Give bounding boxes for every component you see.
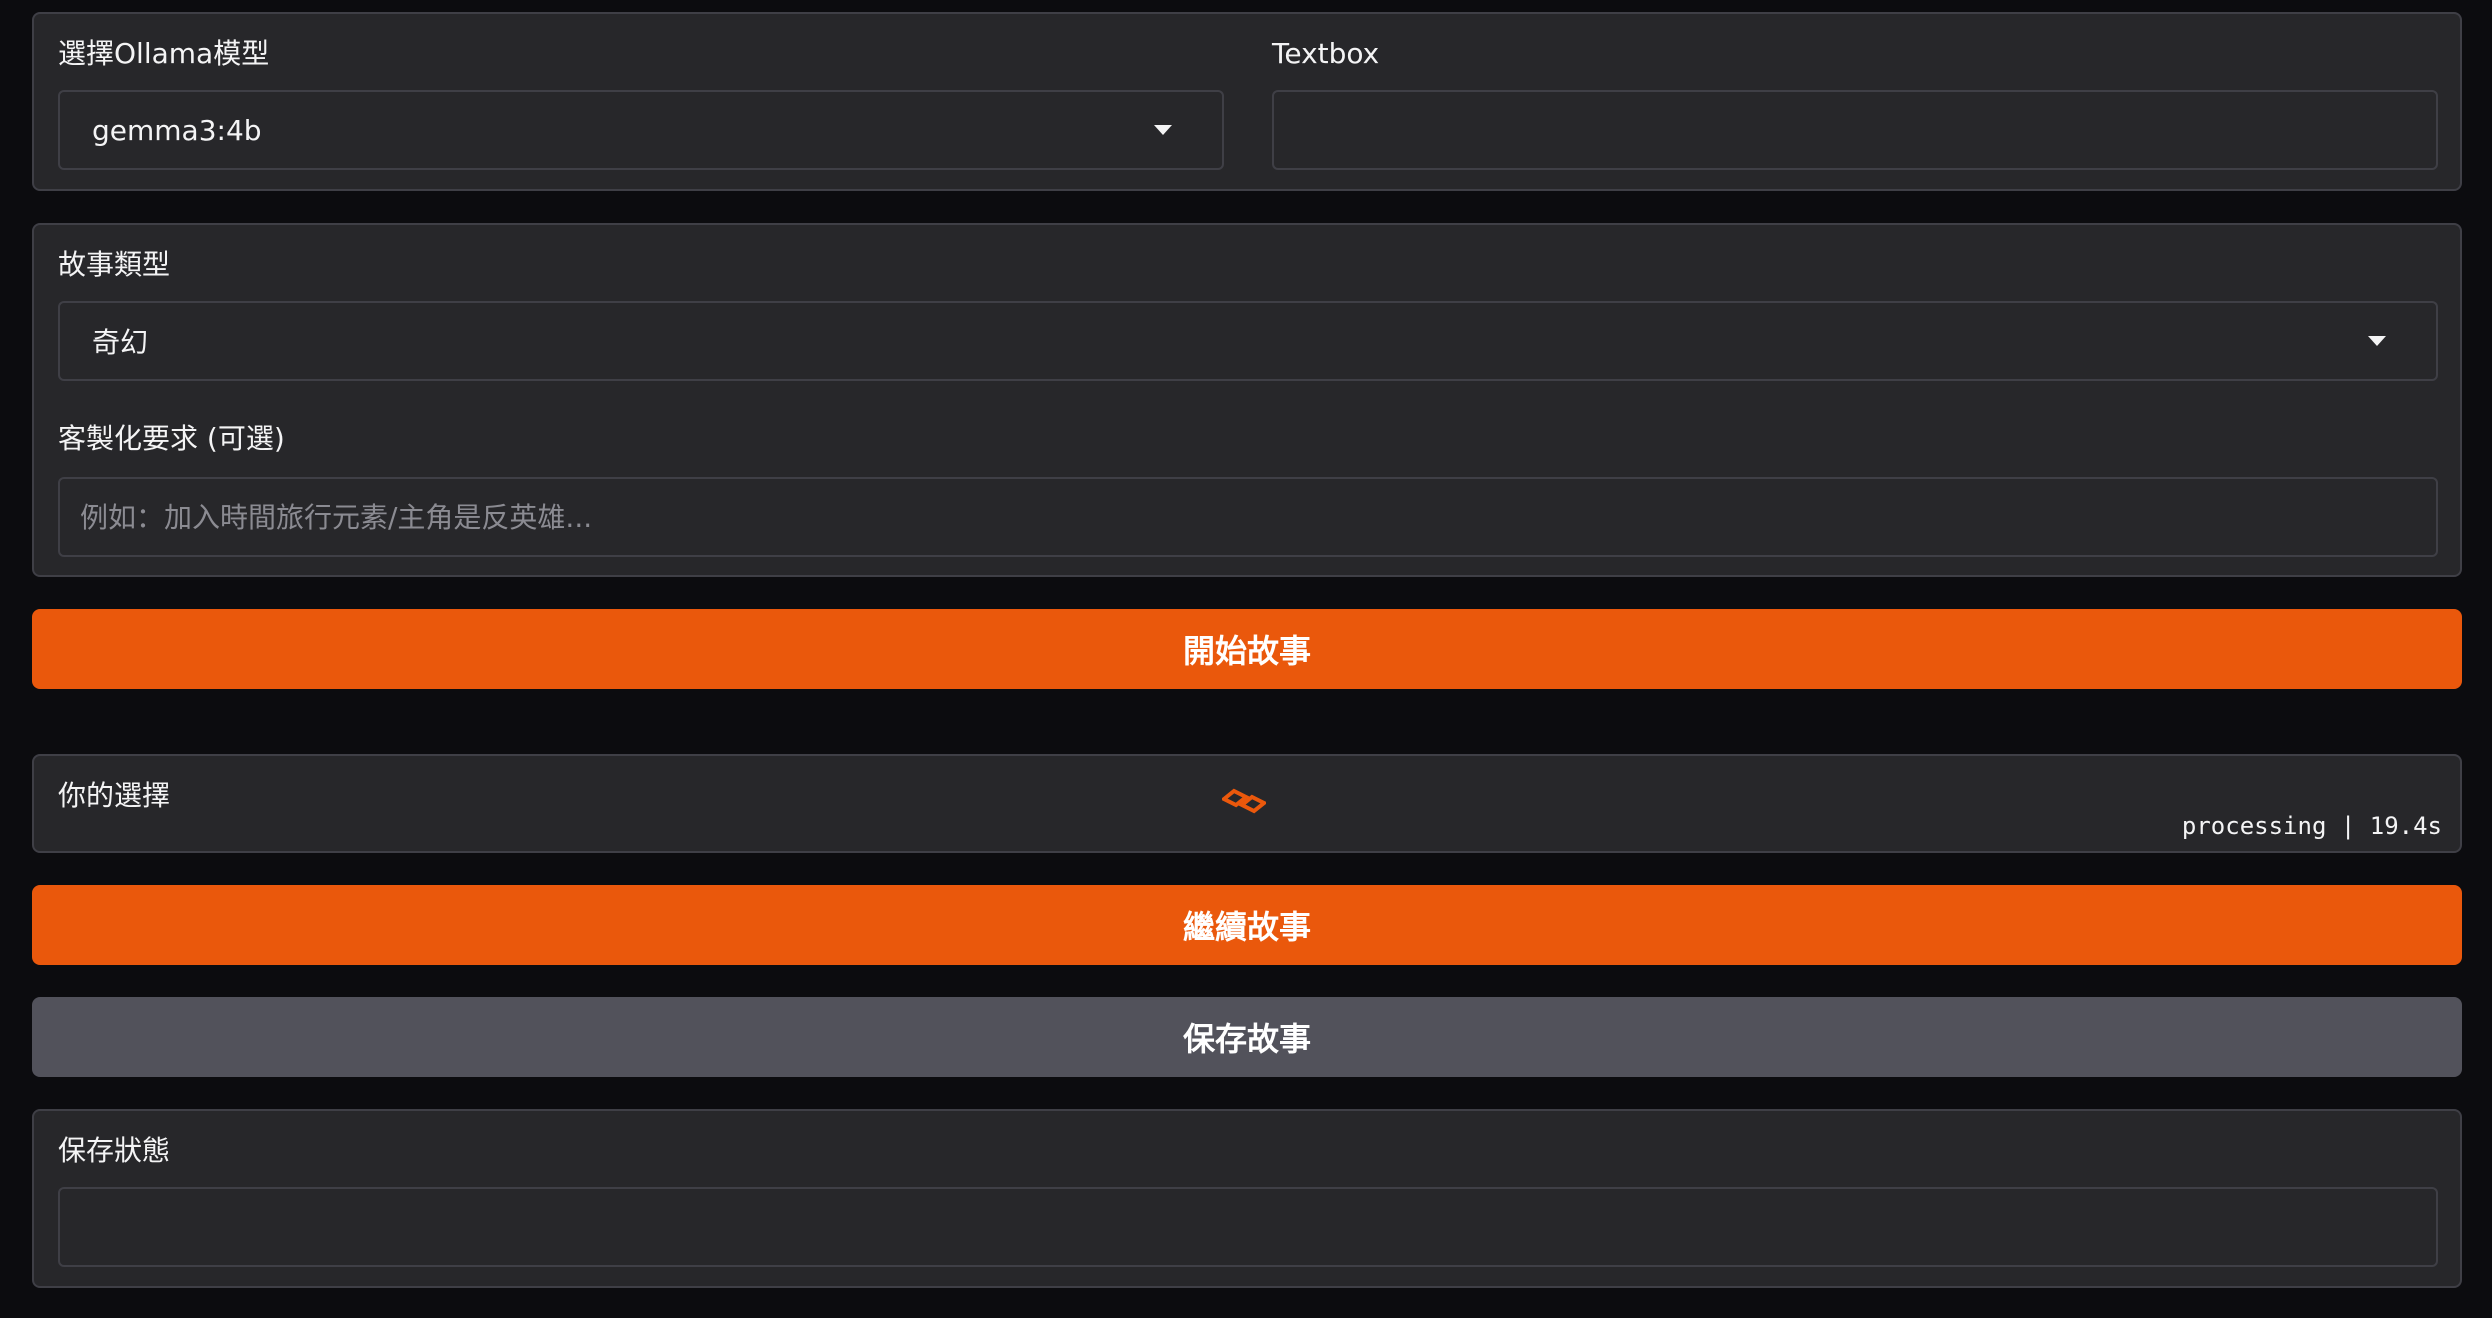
save-story-button-label: 保存故事	[1182, 1020, 1311, 1058]
textbox-field[interactable]	[1272, 90, 2438, 170]
save-story-button[interactable]: 保存故事	[32, 997, 2462, 1077]
story-genre-dropdown[interactable]: 奇幻	[58, 301, 2438, 381]
custom-request-field[interactable]	[58, 477, 2438, 557]
model-select-value: gemma3:4b	[92, 113, 262, 147]
save-status-label: 保存狀態	[58, 1134, 171, 1167]
save-status-field[interactable]	[58, 1187, 2438, 1267]
custom-request-label: 客製化要求 (可選)	[58, 422, 285, 455]
story-genre-value: 奇幻	[92, 326, 149, 359]
continue-story-button-label: 繼續故事	[1182, 908, 1311, 946]
model-select-dropdown[interactable]: gemma3:4b	[58, 90, 1224, 170]
model-select-label: 選擇Ollama模型	[58, 37, 270, 70]
start-story-button-label: 開始故事	[1182, 632, 1311, 670]
choice-panel: 你的選擇 processing | 19.4s	[32, 754, 2462, 853]
chevron-down-icon	[1154, 125, 1172, 135]
choice-label: 你的選擇	[58, 779, 171, 812]
processing-status: processing | 19.4s	[2181, 812, 2442, 840]
textbox-input[interactable]	[1274, 92, 2436, 168]
save-status-input[interactable]	[60, 1189, 2436, 1265]
chevron-down-icon	[2368, 336, 2386, 346]
custom-request-input[interactable]	[60, 479, 2436, 555]
start-story-button[interactable]: 開始故事	[32, 609, 2462, 689]
continue-story-button[interactable]: 繼續故事	[32, 885, 2462, 965]
textbox-label: Textbox	[1272, 37, 1380, 70]
model-panel: 選擇Ollama模型 gemma3:4b Textbox	[32, 12, 2462, 191]
loading-spinner-icon	[1222, 788, 1266, 814]
story-settings-panel: 故事類型 奇幻 客製化要求 (可選)	[32, 223, 2462, 577]
story-genre-label: 故事類型	[58, 248, 171, 281]
save-status-panel: 保存狀態	[32, 1109, 2462, 1288]
